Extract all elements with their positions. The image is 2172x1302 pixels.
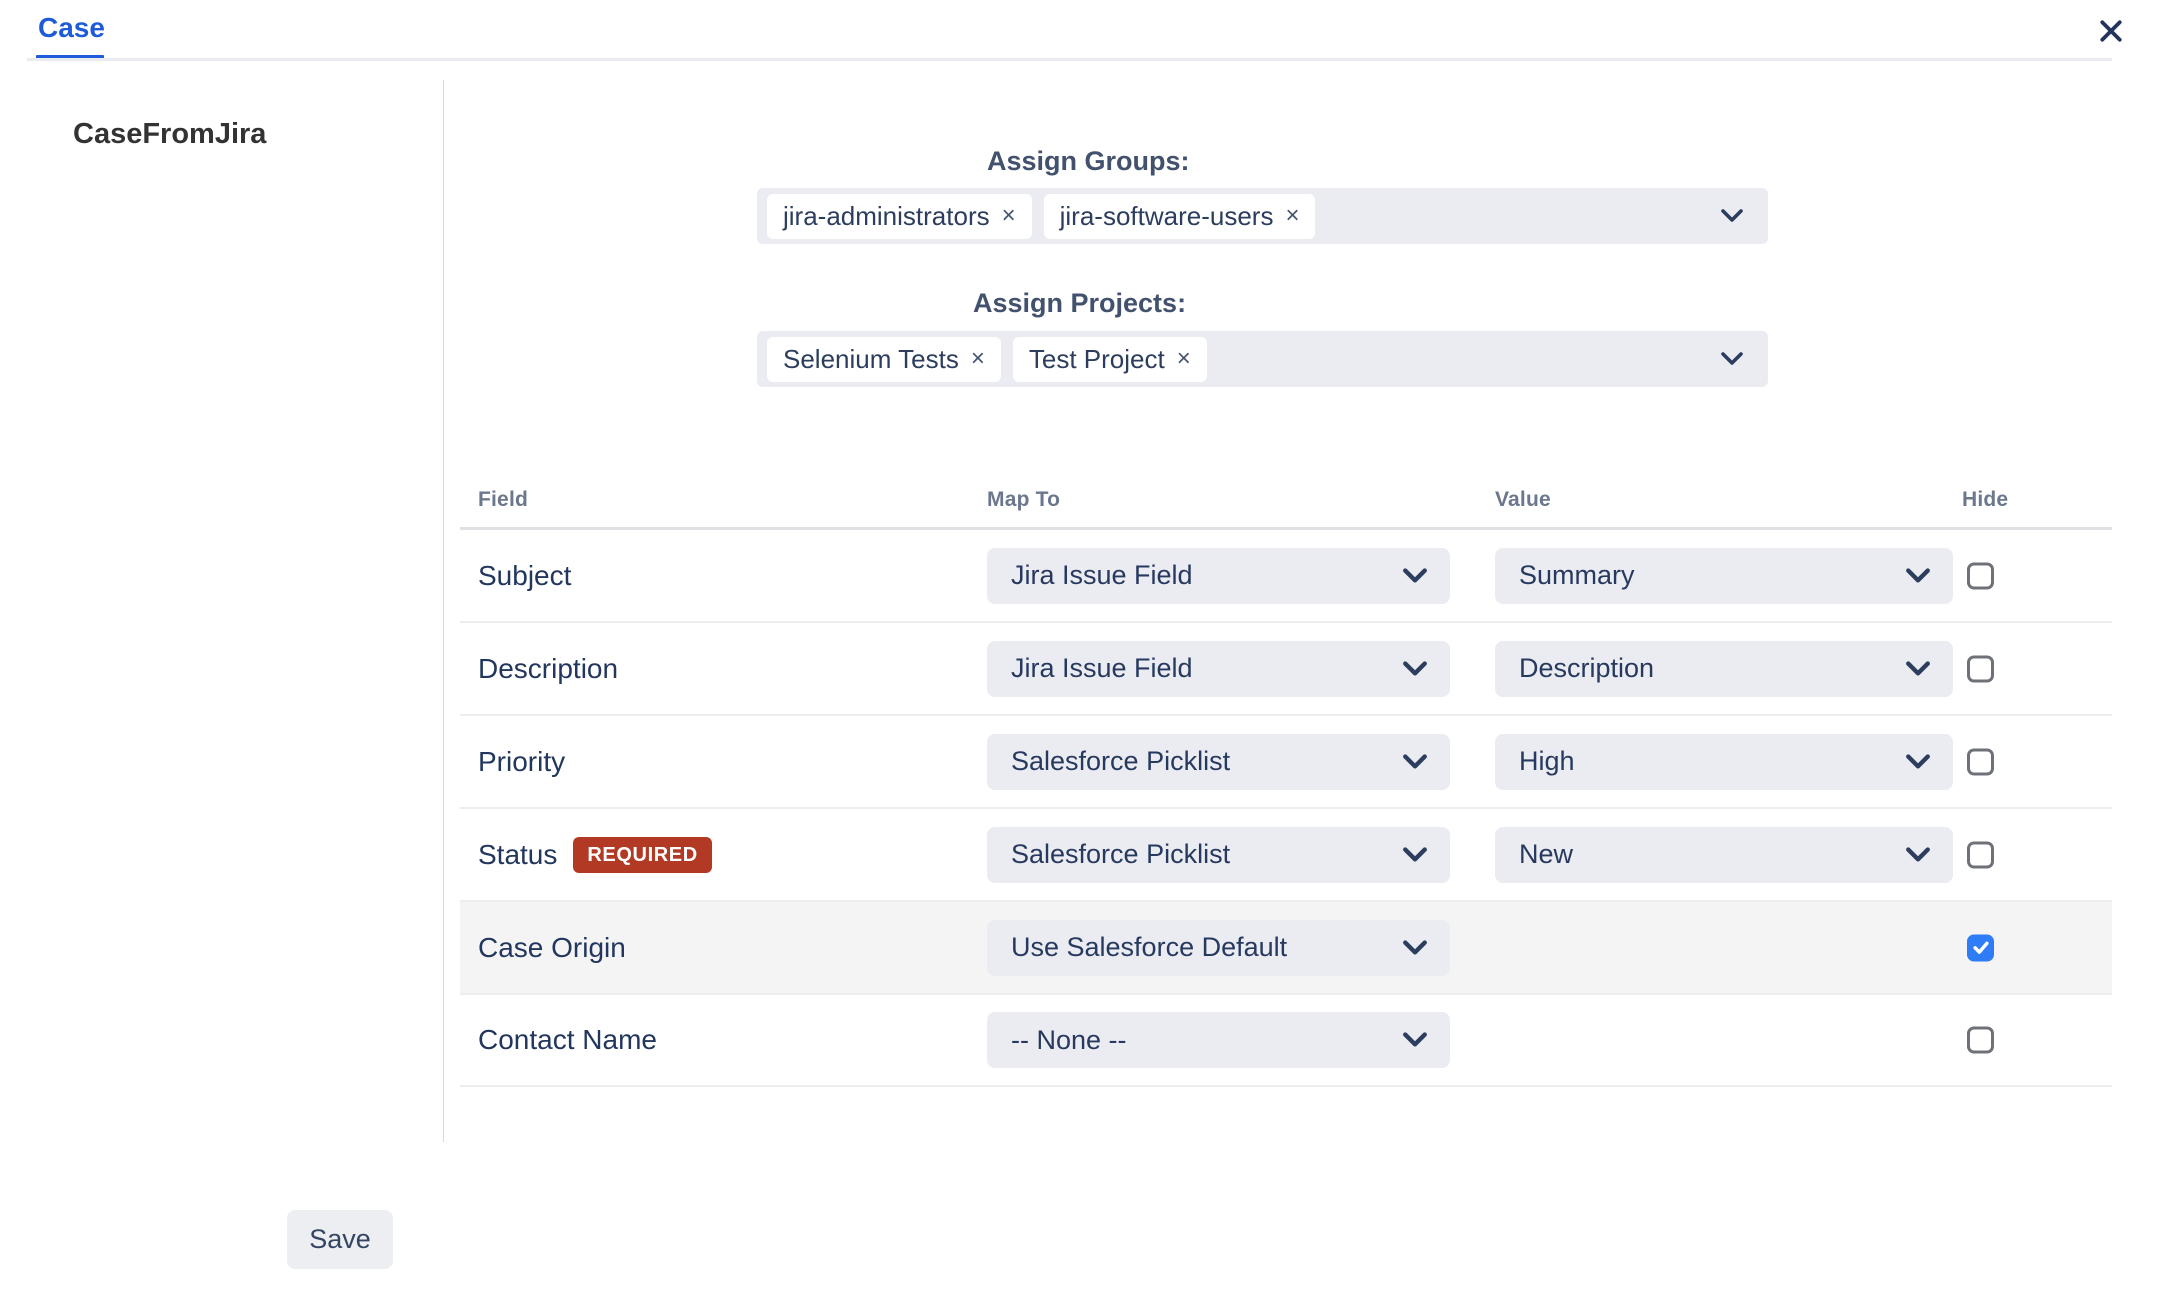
- hide-checkbox[interactable]: [1967, 748, 1994, 775]
- remove-chip-icon[interactable]: ×: [1285, 204, 1299, 228]
- chip-label: jira-software-users: [1060, 201, 1274, 232]
- hide-checkbox[interactable]: [1967, 934, 1994, 961]
- field-cell: Case Origin REQUIRED: [478, 932, 626, 964]
- case-mapping-dialog: Case CaseFromJira Assign Groups: jira-ad…: [0, 0, 2172, 1302]
- map-to-selected-value: Jira Issue Field: [1011, 560, 1193, 591]
- hide-checkbox[interactable]: [1967, 1027, 1994, 1054]
- value-selected-value: High: [1519, 746, 1575, 777]
- field-label: Subject: [478, 560, 571, 592]
- table-header-row: Field Map To Value Hide: [460, 480, 2112, 530]
- assign-projects-label: Assign Projects:: [973, 288, 1186, 319]
- field-cell: Subject REQUIRED: [478, 560, 571, 592]
- map-to-select[interactable]: -- None --: [987, 1012, 1450, 1068]
- assign-projects-chips: Selenium Tests × Test Project ×: [767, 337, 1207, 382]
- map-to-selected-value: Jira Issue Field: [1011, 653, 1193, 684]
- table-row: Case Origin REQUIRED Use Salesforce Defa…: [460, 902, 2112, 995]
- remove-chip-icon[interactable]: ×: [1177, 347, 1191, 371]
- map-to-select[interactable]: Salesforce Picklist: [987, 827, 1450, 883]
- table-row: Priority REQUIRED Salesforce Picklist Hi…: [460, 716, 2112, 809]
- value-select[interactable]: Summary: [1495, 548, 1953, 604]
- table-row: Status REQUIRED Salesforce Picklist New: [460, 809, 2112, 902]
- map-to-selected-value: Salesforce Picklist: [1011, 839, 1230, 870]
- selected-option-chip: Test Project ×: [1013, 337, 1207, 382]
- chevron-down-icon: [1402, 1032, 1428, 1048]
- field-label: Status: [478, 839, 557, 871]
- required-badge: REQUIRED: [573, 837, 711, 873]
- map-to-selected-value: Use Salesforce Default: [1011, 932, 1287, 963]
- hide-checkbox[interactable]: [1967, 655, 1994, 682]
- value-select[interactable]: High: [1495, 734, 1953, 790]
- column-header-field: Field: [478, 488, 528, 512]
- close-button[interactable]: [2091, 11, 2131, 51]
- assign-groups-label: Assign Groups:: [987, 146, 1190, 177]
- remove-chip-icon[interactable]: ×: [1002, 204, 1016, 228]
- field-label: Description: [478, 653, 618, 685]
- field-label: Priority: [478, 746, 565, 778]
- hide-checkbox[interactable]: [1967, 562, 1994, 589]
- map-to-select[interactable]: Jira Issue Field: [987, 641, 1450, 697]
- chevron-down-icon: [1905, 568, 1931, 584]
- map-to-selected-value: -- None --: [1011, 1025, 1127, 1056]
- chip-label: Test Project: [1029, 344, 1165, 375]
- assign-groups-select[interactable]: jira-administrators × jira-software-user…: [757, 188, 1768, 244]
- column-header-map-to: Map To: [987, 488, 1060, 512]
- field-cell: Status REQUIRED: [478, 837, 712, 873]
- field-cell: Contact Name REQUIRED: [478, 1024, 657, 1056]
- field-cell: Description REQUIRED: [478, 653, 618, 685]
- tabbar-divider: [27, 58, 2112, 61]
- table-row: Description REQUIRED Jira Issue Field De…: [460, 623, 2112, 716]
- map-to-select[interactable]: Jira Issue Field: [987, 548, 1450, 604]
- close-icon: [2097, 17, 2125, 45]
- chevron-down-icon: [1402, 568, 1428, 584]
- chevron-down-icon: [1402, 847, 1428, 863]
- field-label: Contact Name: [478, 1024, 657, 1056]
- value-selected-value: New: [1519, 839, 1573, 870]
- chevron-down-icon: [1905, 847, 1931, 863]
- hide-checkbox[interactable]: [1967, 841, 1994, 868]
- field-cell: Priority REQUIRED: [478, 746, 565, 778]
- chevron-down-icon: [1905, 661, 1931, 677]
- table-row: Subject REQUIRED Jira Issue Field Summar…: [460, 530, 2112, 623]
- chevron-down-icon: [1402, 661, 1428, 677]
- map-to-selected-value: Salesforce Picklist: [1011, 746, 1230, 777]
- assign-groups-chips: jira-administrators × jira-software-user…: [767, 194, 1315, 239]
- column-header-hide: Hide: [1962, 488, 2008, 512]
- remove-chip-icon[interactable]: ×: [971, 347, 985, 371]
- panel-divider: [443, 80, 444, 1142]
- field-label: Case Origin: [478, 932, 626, 964]
- map-to-select[interactable]: Use Salesforce Default: [987, 920, 1450, 976]
- value-selected-value: Summary: [1519, 560, 1635, 591]
- value-select[interactable]: New: [1495, 827, 1953, 883]
- tab-case[interactable]: Case: [38, 12, 105, 44]
- selected-option-chip: jira-administrators ×: [767, 194, 1032, 239]
- chevron-down-icon: [1905, 754, 1931, 770]
- mapping-name-title: CaseFromJira: [73, 118, 266, 151]
- selected-option-chip: jira-software-users ×: [1044, 194, 1316, 239]
- chevron-down-icon: [1720, 352, 1744, 366]
- selected-option-chip: Selenium Tests ×: [767, 337, 1001, 382]
- save-button[interactable]: Save: [287, 1210, 393, 1269]
- column-header-value: Value: [1495, 488, 1551, 512]
- chip-label: Selenium Tests: [783, 344, 959, 375]
- chevron-down-icon: [1720, 209, 1744, 223]
- chevron-down-icon: [1402, 754, 1428, 770]
- value-select[interactable]: Description: [1495, 641, 1953, 697]
- chevron-down-icon: [1402, 940, 1428, 956]
- value-selected-value: Description: [1519, 653, 1654, 684]
- assign-projects-select[interactable]: Selenium Tests × Test Project ×: [757, 331, 1768, 387]
- chip-label: jira-administrators: [783, 201, 990, 232]
- field-mapping-table: Field Map To Value Hide Subject REQUIRED…: [460, 480, 2112, 1087]
- table-row: Contact Name REQUIRED -- None --: [460, 995, 2112, 1087]
- check-icon: [1971, 938, 1991, 958]
- map-to-select[interactable]: Salesforce Picklist: [987, 734, 1450, 790]
